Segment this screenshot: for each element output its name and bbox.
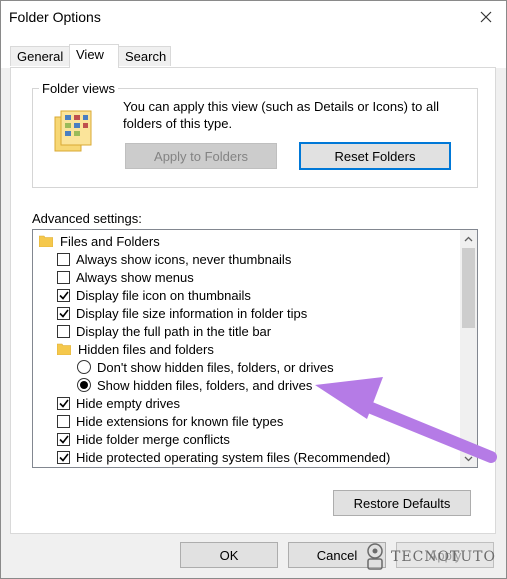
apply-to-folders-button[interactable]: Apply to Folders [125,143,277,169]
option-hide-empty-drives[interactable]: Hide empty drives [57,394,180,412]
checkbox-checked[interactable] [57,432,70,446]
checkbox[interactable] [57,252,70,266]
window-title: Folder Options [9,9,101,25]
tab-search[interactable]: Search [118,46,171,66]
ok-button[interactable]: OK [180,542,278,568]
chevron-up-icon [464,236,473,241]
check-icon [58,453,69,462]
tab-strip: General View Search [1,34,506,68]
checkbox-checked[interactable] [57,288,70,302]
folder-icon [39,235,53,247]
option-display-file-icon-thumbnails[interactable]: Display file icon on thumbnails [57,286,251,304]
scroll-up-button[interactable] [460,230,477,247]
checkbox[interactable] [57,324,70,338]
check-icon [58,309,69,318]
checkbox-checked[interactable] [57,450,70,464]
checkbox[interactable] [57,414,70,428]
folder-options-window: Folder Options General View Search Folde… [0,0,507,579]
tab-view[interactable]: View [69,44,119,68]
option-hide-extensions[interactable]: Hide extensions for known file types [57,412,283,430]
option-display-file-size-tips[interactable]: Display file size information in folder … [57,304,307,322]
advanced-settings-label: Advanced settings: [32,211,142,226]
checkbox-checked[interactable] [57,306,70,320]
tree-item-hidden-files: Hidden files and folders [57,340,214,358]
close-button[interactable] [472,5,500,29]
radio-button-selected[interactable] [77,378,91,392]
checkbox-checked[interactable] [57,396,70,410]
radio-button[interactable] [77,360,91,374]
folder-view-icon [54,110,92,152]
folder-views-legend: Folder views [39,81,118,96]
folder-views-group: Folder views You can apply this view (su… [32,81,478,188]
scroll-thumb[interactable] [462,248,475,328]
checkbox[interactable] [57,270,70,284]
option-show-hidden[interactable]: Show hidden files, folders, and drives [77,376,312,394]
folder-icon [57,343,71,355]
title-bar: Folder Options [1,1,506,34]
check-icon [58,291,69,300]
option-always-show-icons[interactable]: Always show icons, never thumbnails [57,250,291,268]
check-icon [58,399,69,408]
option-display-full-path[interactable]: Display the full path in the title bar [57,322,271,340]
option-always-show-menus[interactable]: Always show menus [57,268,194,286]
watermark: TECNOTUTO [363,542,496,572]
robot-logo-icon [367,543,383,570]
folder-views-description: You can apply this view (such as Details… [123,99,440,131]
check-icon [58,435,69,444]
option-dont-show-hidden[interactable]: Don't show hidden files, folders, or dri… [77,358,334,376]
restore-defaults-button[interactable]: Restore Defaults [333,490,471,516]
option-hide-merge-conflicts[interactable]: Hide folder merge conflicts [57,430,230,448]
tab-general[interactable]: General [10,46,70,66]
watermark-text: TECNOTUTO [391,549,496,565]
tree-item-files-and-folders: Files and Folders [39,232,160,250]
annotation-arrow [315,377,497,463]
close-icon [480,11,492,23]
reset-folders-button[interactable]: Reset Folders [299,142,451,170]
